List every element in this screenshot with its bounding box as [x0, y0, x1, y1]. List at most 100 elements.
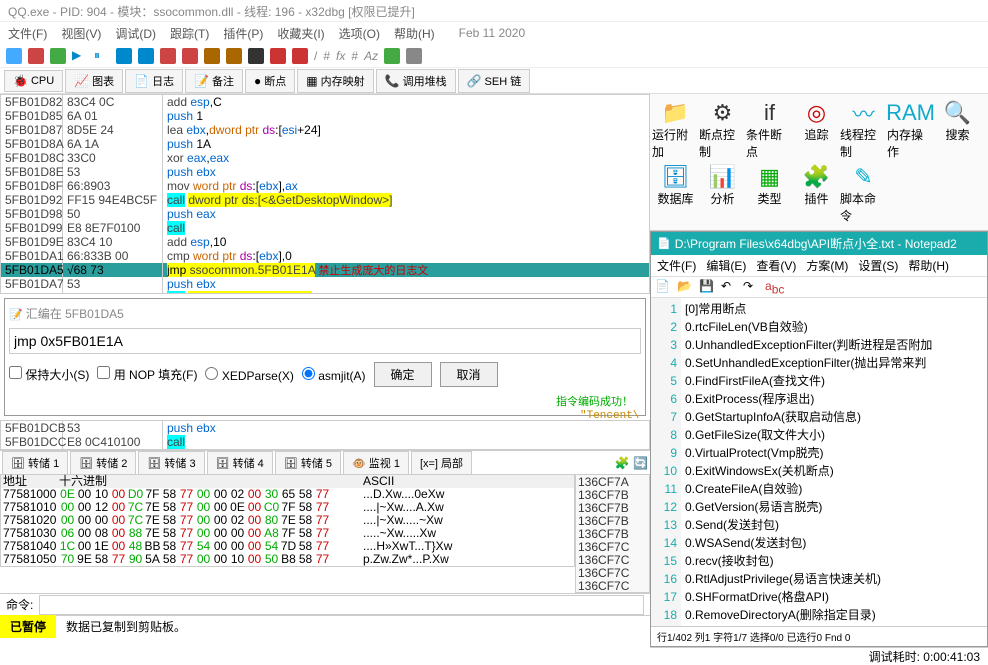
dump-tab[interactable]: 🗄 转储 2: [70, 451, 136, 475]
disasm-row[interactable]: 5FB01D9850push eax: [1, 207, 649, 221]
tab-图表[interactable]: 📈 图表: [65, 69, 123, 93]
menu-fav[interactable]: 收藏夹(I): [277, 25, 324, 42]
disasm-row[interactable]: 5FB01DA5√68 73jmp ssocommon.5FB01E1A 禁止生…: [1, 263, 649, 277]
np-line[interactable]: 0.RtlAdjustPrivilege(易语言快速关机): [685, 570, 983, 588]
np-line[interactable]: 0.FindFirstFileA(查找文件): [685, 372, 983, 390]
disasm-row[interactable]: 5FB01D99E8 8E7F0100call: [1, 221, 649, 235]
np-line[interactable]: 0.ExitWindowsEx(关机断点): [685, 462, 983, 480]
np-menu[interactable]: 设置(S): [858, 257, 898, 274]
menu-file[interactable]: 文件(F): [8, 25, 47, 42]
disasm-row[interactable]: 5FB01D8283C4 0Cadd esp,C: [1, 95, 649, 109]
tool-线程控制[interactable]: 〰线程控制: [840, 98, 887, 162]
tab-内存映射[interactable]: ▦ 内存映射: [297, 69, 373, 93]
tool-运行附加[interactable]: 📁运行附加: [652, 98, 699, 162]
np-line[interactable]: [0]常用断点: [685, 300, 983, 318]
hex-dump[interactable]: 地址 十六进制 ASCII 775810000E001000D07F587700…: [0, 474, 575, 567]
disasm-row[interactable]: 5FB01DA166:833B 00cmp word ptr ds:[ebx],…: [1, 249, 649, 263]
menu-trace[interactable]: 跟踪(T): [170, 25, 209, 42]
tab-SEH 链[interactable]: 🔗 SEH 链: [458, 69, 531, 93]
np-line[interactable]: 0.SetUnhandledExceptionFilter(抛出异常来判: [685, 354, 983, 372]
opt-xedparse[interactable]: XEDParse(X): [205, 367, 293, 383]
np-redo-icon[interactable]: ↷: [743, 279, 759, 295]
stack-row[interactable]: 136CF7B: [576, 527, 649, 540]
dump-tab[interactable]: 🗄 转储 3: [138, 451, 204, 475]
stack-row[interactable]: 136CF7C: [576, 566, 649, 579]
np-menu[interactable]: 查看(V): [756, 257, 796, 274]
np-line[interactable]: 0.CreateFileA(自效验): [685, 480, 983, 498]
np-line[interactable]: 0.VirtualProtect(Vmp脱壳): [685, 444, 983, 462]
disasm-row[interactable]: 5FB01DCB53push ebx: [1, 421, 649, 435]
stack-row[interactable]: 136CF7C: [576, 553, 649, 566]
tool-数据库[interactable]: 🗄数据库: [652, 162, 699, 226]
np-line[interactable]: 0.ExitProcess(程序退出): [685, 390, 983, 408]
tool-分析[interactable]: 📊分析: [699, 162, 746, 226]
np-menu[interactable]: 文件(F): [657, 257, 696, 274]
tab-断点[interactable]: ● 断点: [245, 69, 295, 93]
command-input[interactable]: [39, 595, 644, 615]
disasm-row[interactable]: 5FB01DCCE8 0C410100call: [1, 435, 649, 449]
stack-row[interactable]: 136CF7B: [576, 501, 649, 514]
menu-option[interactable]: 选项(O): [339, 25, 380, 42]
opt-keepsize[interactable]: 保持大小(S): [9, 366, 89, 383]
tool-插件[interactable]: 🧩插件: [793, 162, 840, 226]
notepad-text[interactable]: [0]常用断点0.rtcFileLen(VB自效验)0.UnhandledExc…: [681, 298, 987, 626]
disasm-row[interactable]: 5FB01D878D5E 24lea ebx,dword ptr ds:[esi…: [1, 123, 649, 137]
disasm-row[interactable]: 5FB01D9E83C4 10add esp,10: [1, 235, 649, 249]
np-line[interactable]: 0.GetVersion(易语言脱壳): [685, 498, 983, 516]
disasm-row[interactable]: 5FB01DA753push ebx: [1, 277, 649, 291]
disasm-row[interactable]: 5FB01D8E53push ebx: [1, 165, 649, 179]
tab-备注[interactable]: 📝 备注: [185, 69, 243, 93]
disasm-row[interactable]: 5FB01D8F66:8903mov word ptr ds:[ebx],ax: [1, 179, 649, 193]
menu-debug[interactable]: 调试(D): [115, 25, 156, 42]
tool-断点控制[interactable]: ⚙断点控制: [699, 98, 746, 162]
disasm-row[interactable]: 5FB01D92FF15 94E4BC5Fcall dword ptr ds:[…: [1, 193, 649, 207]
np-menu[interactable]: 方案(M): [806, 257, 848, 274]
disasm-row[interactable]: 5FB01DA8E8 644A0A00call ssocommon.5FBA68…: [1, 291, 649, 294]
tab-CPU[interactable]: 🐞 CPU: [4, 70, 63, 92]
dump-tab[interactable]: 🐵 监视 1: [343, 451, 409, 475]
stack-row[interactable]: 136CF7C: [576, 540, 649, 553]
stack-view[interactable]: 136CF7A136CF7B136CF7B136CF7B136CF7B136CF…: [575, 474, 650, 593]
dump-row[interactable]: 77581050709E5877905A58770000100050B85877…: [1, 553, 574, 566]
tool-搜索[interactable]: 🔍搜索: [934, 98, 981, 162]
disassembly-view-2[interactable]: 5FB01DCB53push ebx5FB01DCCE8 0C410100cal…: [0, 420, 650, 450]
stack-row[interactable]: 136CF7A: [576, 475, 649, 488]
menu-view[interactable]: 视图(V): [61, 25, 101, 42]
np-line[interactable]: 0.SHFormatDrive(格盘API): [685, 588, 983, 606]
dump-tab[interactable]: 🗄 转储 1: [2, 451, 68, 475]
np-open-icon[interactable]: 📂: [677, 279, 693, 295]
dump-tab[interactable]: [x=] 局部: [411, 451, 472, 475]
tab-调用堆栈[interactable]: 📞 调用堆栈: [376, 69, 456, 93]
tool-脚本命令[interactable]: ✎脚本命令: [840, 162, 887, 226]
stack-row[interactable]: 136CF7B: [576, 514, 649, 527]
close-icon[interactable]: [50, 48, 66, 64]
menu-help[interactable]: 帮助(H): [394, 25, 435, 42]
disasm-row[interactable]: 5FB01D856A 01push 1: [1, 109, 649, 123]
np-new-icon[interactable]: 📄: [655, 279, 671, 295]
dump-tab[interactable]: 🗄 转储 4: [207, 451, 273, 475]
opt-nopfill[interactable]: 用 NOP 填充(F): [97, 366, 197, 383]
tool-类型[interactable]: ▦类型: [746, 162, 793, 226]
np-line[interactable]: 0.UnhandledExceptionFilter(判断进程是否附加: [685, 336, 983, 354]
stack-row[interactable]: 136CF7B: [576, 488, 649, 501]
tool-条件断点[interactable]: if条件断点: [746, 98, 793, 162]
restart-icon[interactable]: [28, 48, 44, 64]
assemble-cancel-button[interactable]: 取消: [440, 362, 498, 387]
np-menu[interactable]: 编辑(E): [706, 257, 746, 274]
np-menu[interactable]: 帮助(H): [908, 257, 949, 274]
tool-内存操作[interactable]: RAM内存操作: [887, 98, 934, 162]
dump-tab[interactable]: 🗄 转储 5: [275, 451, 341, 475]
np-line[interactable]: 0.GetStartupInfoA(获取启动信息): [685, 408, 983, 426]
menu-plugin[interactable]: 插件(P): [223, 25, 263, 42]
assemble-input[interactable]: [9, 328, 641, 354]
tab-日志[interactable]: 📄 日志: [125, 69, 183, 93]
disasm-row[interactable]: 5FB01D8A6A 1Apush 1A: [1, 137, 649, 151]
opt-asmjit[interactable]: asmjit(A): [302, 367, 366, 383]
np-line[interactable]: 0.Send(发送封包): [685, 516, 983, 534]
tool-追踪[interactable]: ◎追踪: [793, 98, 840, 162]
np-line[interactable]: 0.recv(接收封包): [685, 552, 983, 570]
np-line[interactable]: 0.WSASend(发送封包): [685, 534, 983, 552]
open-icon[interactable]: [6, 48, 22, 64]
assemble-ok-button[interactable]: 确定: [374, 362, 432, 387]
disassembly-view[interactable]: 5FB01D8283C4 0Cadd esp,C5FB01D856A 01pus…: [0, 94, 650, 294]
